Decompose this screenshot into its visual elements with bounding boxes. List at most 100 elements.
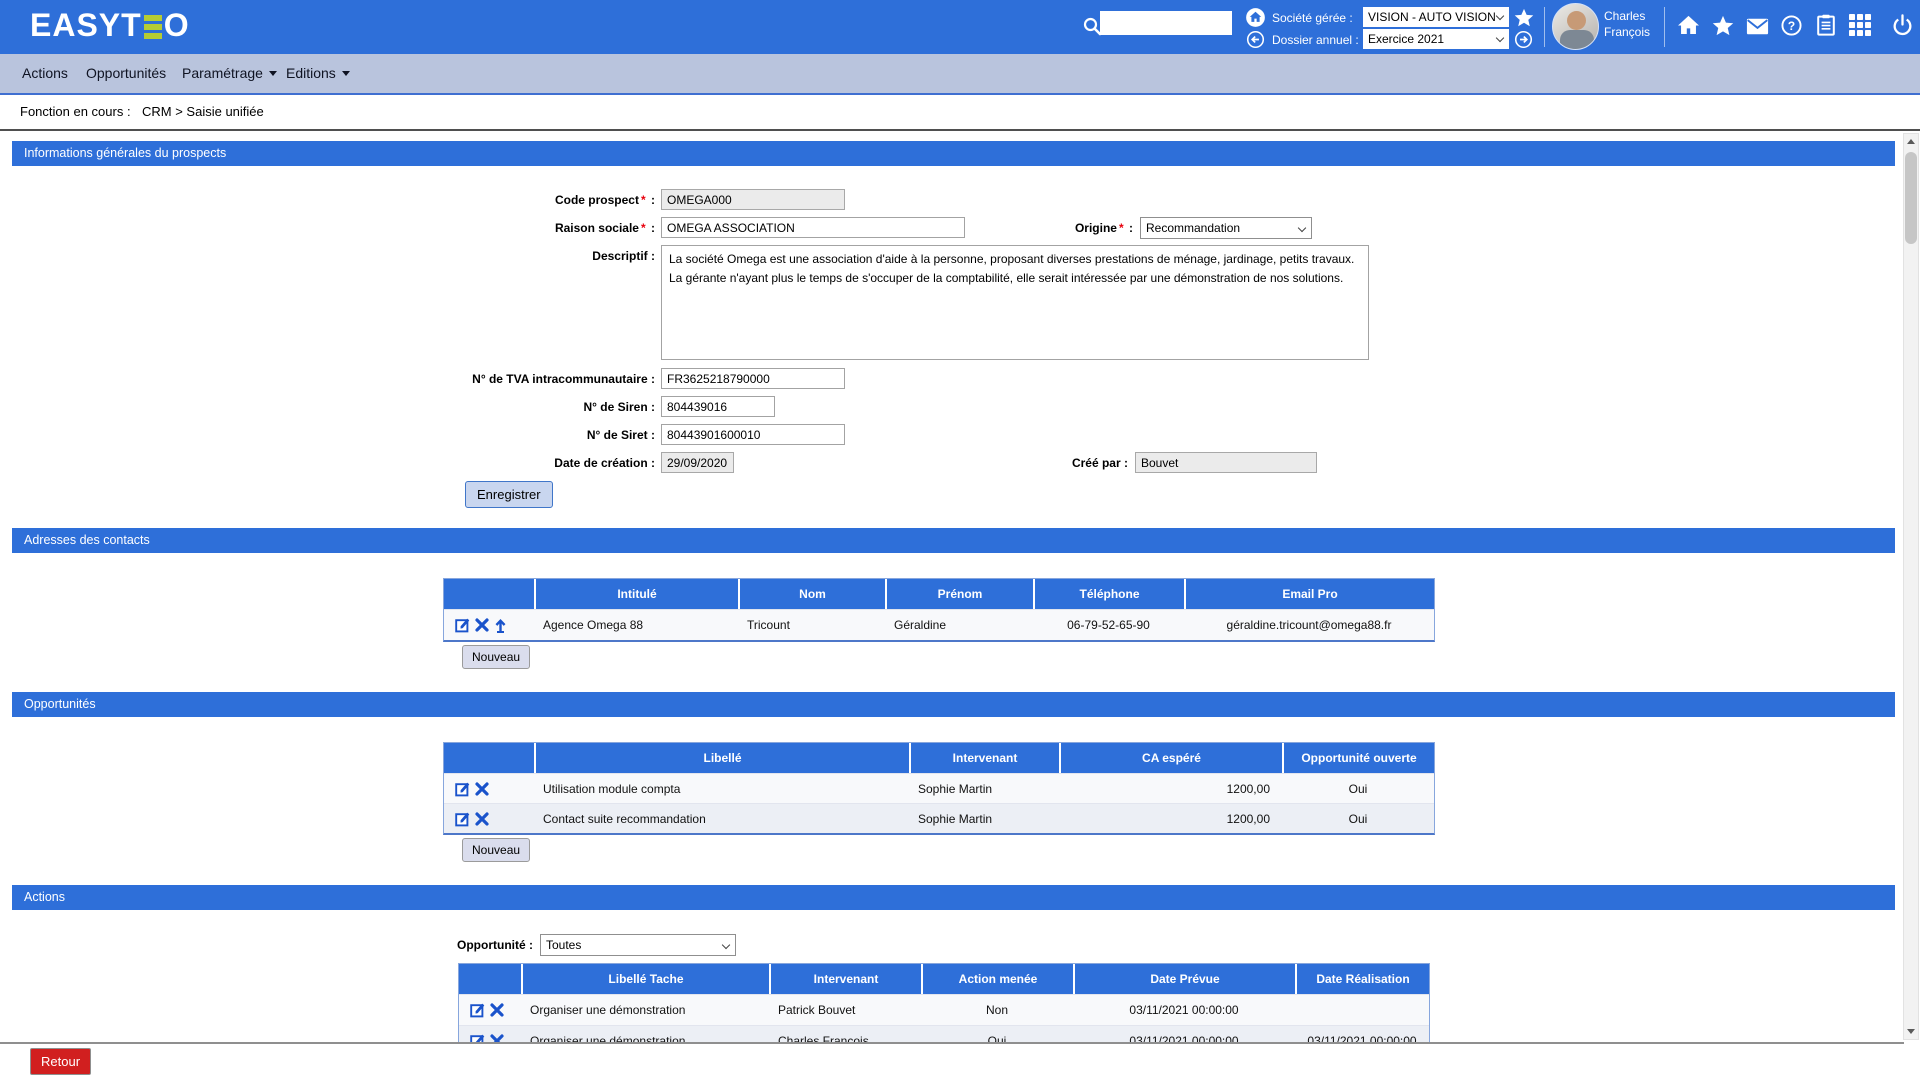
user-last-name: François xyxy=(1604,25,1650,39)
edit-icon[interactable] xyxy=(455,617,471,633)
header-divider xyxy=(1544,7,1545,47)
clipboard-icon[interactable] xyxy=(1817,14,1835,36)
chevron-down-icon xyxy=(1298,224,1306,232)
delete-icon[interactable] xyxy=(490,1034,504,1042)
company-home-icon[interactable] xyxy=(1245,7,1266,28)
avatar[interactable] xyxy=(1552,3,1599,50)
col-libelle-tache: Libellé Tache xyxy=(521,964,769,994)
favorite-star-icon[interactable] xyxy=(1514,8,1534,27)
breadcrumb-path: CRM > Saisie unifiée xyxy=(142,95,264,129)
dossier-back-icon[interactable] xyxy=(1246,30,1265,49)
cell-ca-espere: 1200,00 xyxy=(1059,774,1282,803)
cell-libelle-tache: Organiser une démonstration xyxy=(521,995,769,1025)
section-opportunites-header: Opportunités xyxy=(12,692,1895,717)
delete-icon[interactable] xyxy=(490,1003,504,1017)
scroll-down-button[interactable] xyxy=(1904,1024,1918,1039)
siren-field[interactable] xyxy=(661,396,775,417)
power-icon[interactable] xyxy=(1892,14,1913,36)
cell-intervenant: Charles François xyxy=(769,1026,921,1042)
section-actions-header: Actions xyxy=(12,885,1895,910)
delete-icon[interactable] xyxy=(475,618,489,632)
siret-label: N° de Siret : xyxy=(12,424,655,446)
scrollbar-thumb[interactable] xyxy=(1905,152,1917,244)
col-opportunite-ouverte: Opportunité ouverte xyxy=(1282,743,1434,773)
origine-label: Origine* : xyxy=(980,217,1133,239)
edit-icon[interactable] xyxy=(455,811,471,827)
col-libelle: Libellé xyxy=(534,743,909,773)
new-opportunity-button[interactable]: Nouveau xyxy=(462,838,530,862)
dossier-label: Dossier annuel : xyxy=(1272,33,1359,47)
contacts-table-header: Intitulé Nom Prénom Téléphone Email Pro xyxy=(444,579,1434,609)
cell-opportunite-ouverte: Oui xyxy=(1282,804,1434,833)
opportunite-filter-select[interactable]: Toutes xyxy=(540,934,736,956)
code-prospect-label: Code prospect* : xyxy=(12,189,655,211)
table-row: Agence Omega 88 Tricount Géraldine 06-79… xyxy=(444,609,1434,640)
save-button[interactable]: Enregistrer xyxy=(465,481,553,508)
tva-label: N° de TVA intracommunautaire : xyxy=(12,368,655,390)
help-icon[interactable]: ? xyxy=(1781,15,1802,36)
cell-prenom: Géraldine xyxy=(885,610,1033,640)
descriptif-label: Descriptif : xyxy=(12,245,655,267)
edit-icon[interactable] xyxy=(470,1002,486,1018)
cell-libelle: Contact suite recommandation xyxy=(534,804,909,833)
new-contact-button[interactable]: Nouveau xyxy=(462,645,530,669)
chevron-down-icon xyxy=(1496,12,1504,20)
caret-down-icon xyxy=(269,71,277,76)
cell-intervenant: Sophie Martin xyxy=(909,804,1059,833)
mail-icon[interactable] xyxy=(1746,18,1769,35)
cree-par-field xyxy=(1135,452,1317,473)
menu-item-opportunites[interactable]: Opportunités xyxy=(86,54,166,93)
company-select[interactable]: VISION - AUTO VISION xyxy=(1363,7,1509,27)
opportunite-filter-label: Opportunité : xyxy=(333,934,533,956)
menu-item-parametrage[interactable]: Paramétrage xyxy=(182,54,277,93)
siret-field[interactable] xyxy=(661,424,845,445)
actions-table-header: Libellé Tache Intervenant Action menée D… xyxy=(459,964,1429,994)
cell-telephone: 06-79-52-65-90 xyxy=(1033,610,1184,640)
search-icon xyxy=(1082,16,1102,36)
cell-date-realisation xyxy=(1295,995,1429,1025)
scroll-up-button[interactable] xyxy=(1904,134,1918,149)
apps-grid-icon[interactable] xyxy=(1849,14,1871,36)
delete-icon[interactable] xyxy=(475,782,489,796)
table-row: Organiser une démonstration Patrick Bouv… xyxy=(459,994,1429,1025)
vertical-scrollbar[interactable] xyxy=(1903,133,1919,1040)
star-icon[interactable] xyxy=(1712,15,1734,36)
cell-date-prevue: 03/11/2021 00:00:00 xyxy=(1073,1026,1295,1042)
table-row: Contact suite recommandation Sophie Mart… xyxy=(444,803,1434,833)
raison-sociale-field[interactable] xyxy=(661,217,965,238)
svg-text:?: ? xyxy=(1788,19,1795,33)
col-intervenant: Intervenant xyxy=(909,743,1059,773)
col-intervenant: Intervenant xyxy=(769,964,921,994)
tva-field[interactable] xyxy=(661,368,845,389)
menu-item-editions[interactable]: Editions xyxy=(286,54,350,93)
user-first-name: Charles xyxy=(1604,9,1645,23)
col-prenom: Prénom xyxy=(885,579,1033,609)
edit-icon[interactable] xyxy=(470,1033,486,1042)
content-frame: Informations générales du prospects Code… xyxy=(0,131,1920,1042)
col-date-realisation: Date Réalisation xyxy=(1295,964,1429,994)
edit-icon[interactable] xyxy=(455,781,471,797)
search-input[interactable] xyxy=(1100,11,1232,35)
back-button[interactable]: Retour xyxy=(30,1048,91,1075)
cell-libelle-tache: Organiser une démonstration xyxy=(521,1026,769,1042)
delete-icon[interactable] xyxy=(475,812,489,826)
descriptif-field[interactable]: La société Omega est une association d'a… xyxy=(661,245,1369,360)
cell-intitule: Agence Omega 88 xyxy=(534,610,738,640)
actions-table: Libellé Tache Intervenant Action menée D… xyxy=(458,963,1430,1042)
home-icon[interactable] xyxy=(1677,14,1700,35)
code-prospect-field xyxy=(661,189,845,210)
cell-date-prevue: 03/11/2021 00:00:00 xyxy=(1073,995,1295,1025)
table-row: Utilisation module compta Sophie Martin … xyxy=(444,773,1434,803)
dossier-select[interactable]: Exercice 2021 xyxy=(1363,29,1509,49)
origine-select[interactable]: Recommandation xyxy=(1140,217,1312,239)
chevron-down-icon xyxy=(722,941,730,949)
upload-icon[interactable] xyxy=(493,618,508,633)
date-creation-field xyxy=(661,452,734,473)
dossier-go-icon[interactable] xyxy=(1514,30,1533,49)
menu-item-actions[interactable]: Actions xyxy=(22,54,68,93)
cell-action-menee: Non xyxy=(921,995,1073,1025)
contacts-table: Intitulé Nom Prénom Téléphone Email Pro … xyxy=(443,578,1435,642)
cell-action-menee: Oui xyxy=(921,1026,1073,1042)
table-row: Organiser une démonstration Charles Fran… xyxy=(459,1025,1429,1042)
opportunites-table: Libellé Intervenant CA espéré Opportunit… xyxy=(443,742,1435,835)
